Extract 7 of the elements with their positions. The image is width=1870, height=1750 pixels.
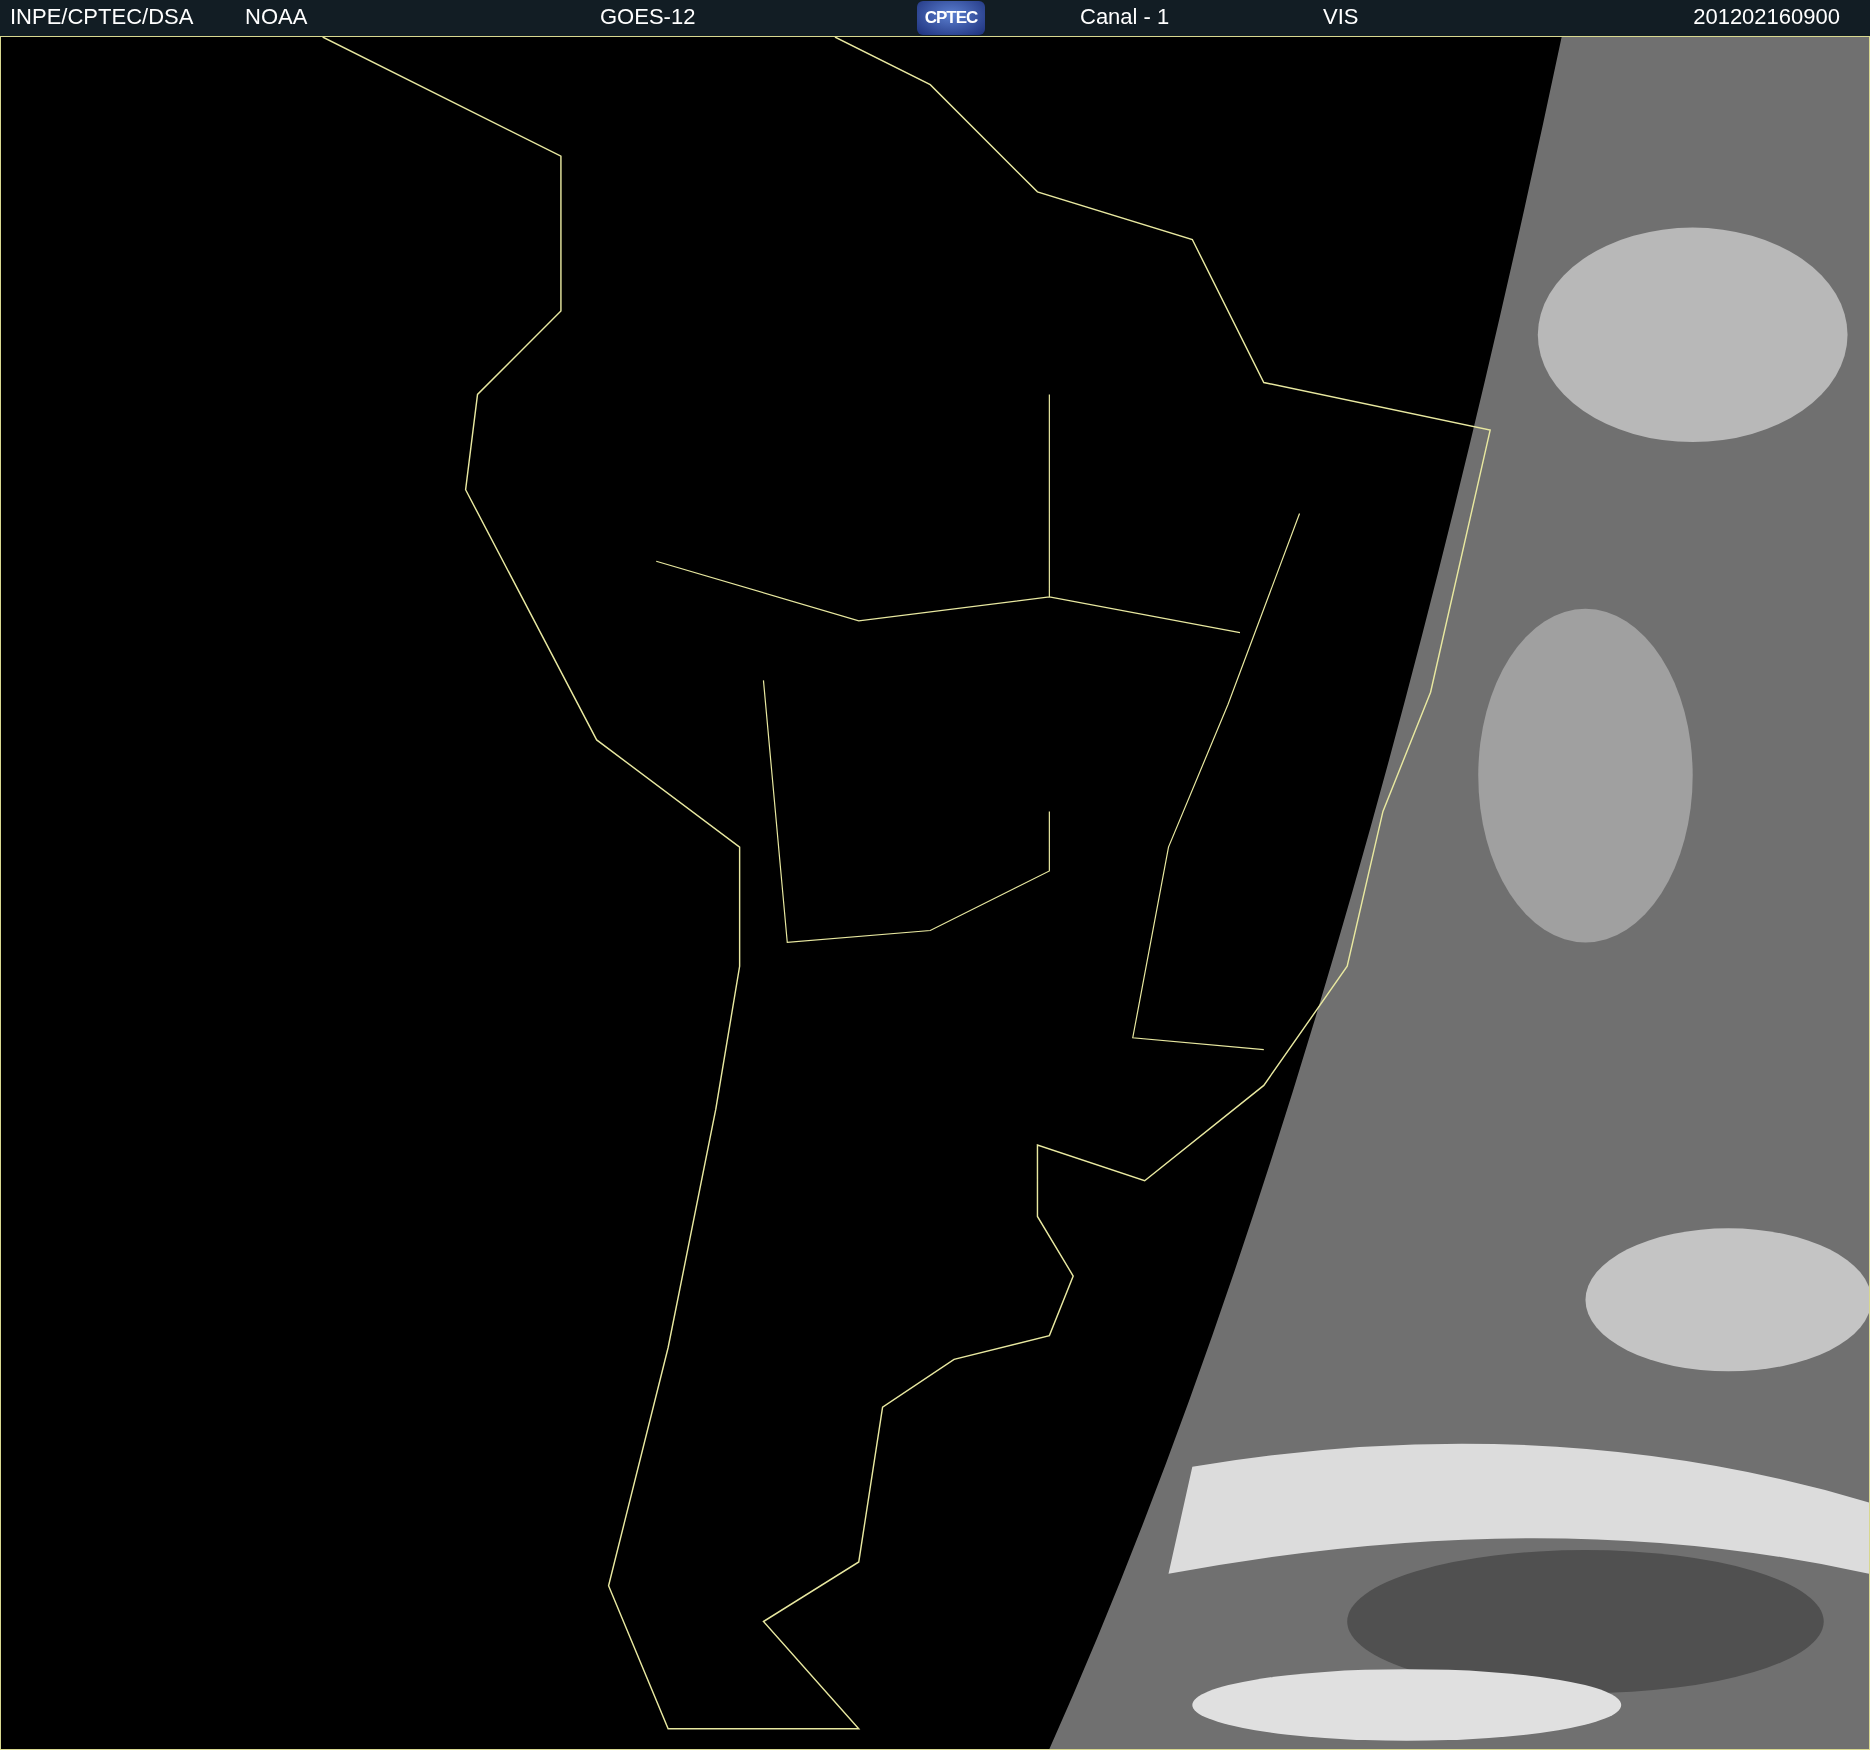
header-label: 201202160900 (1693, 3, 1840, 29)
logo: CPTEC (917, 1, 985, 35)
header-label: VIS (1323, 3, 1359, 29)
header-label: INPE/CPTEC/DSA (10, 3, 194, 29)
header-label: GOES-12 (600, 3, 696, 29)
header-label: Canal - 1 (1080, 3, 1170, 29)
header-label: NOAA (245, 3, 308, 29)
